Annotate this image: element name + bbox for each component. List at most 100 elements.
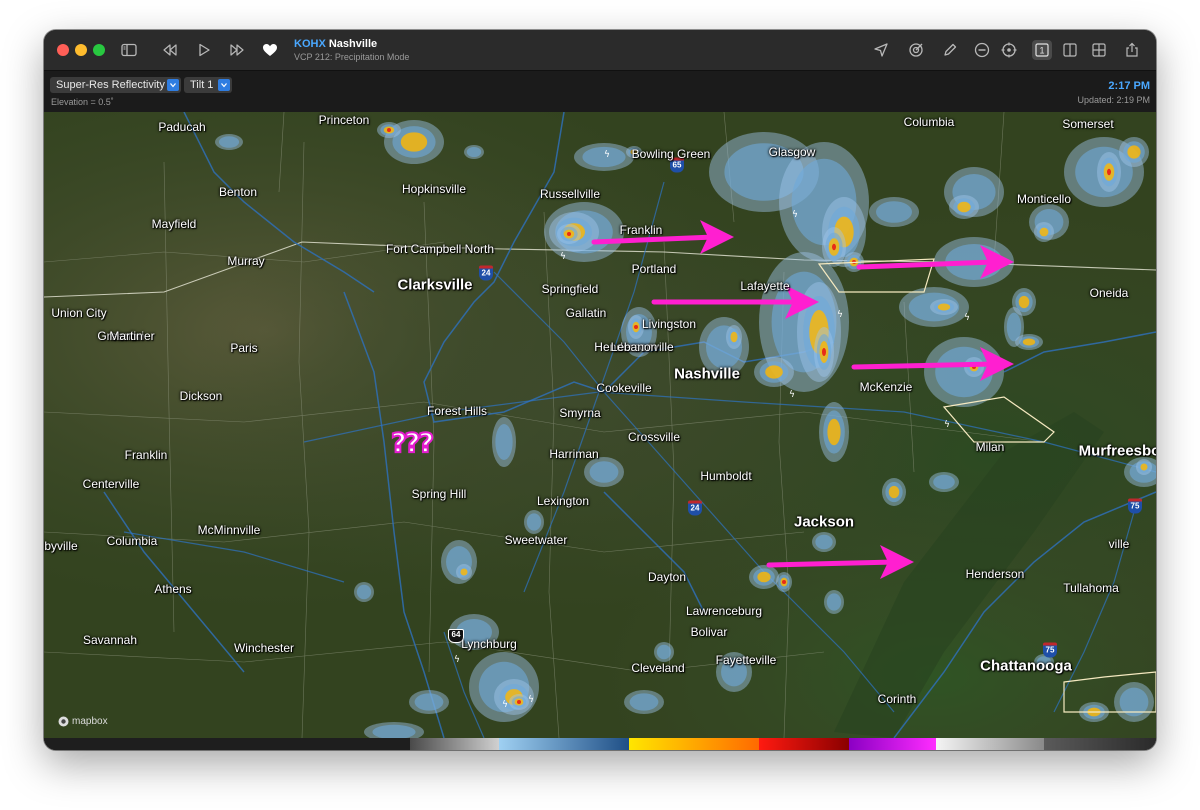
single-pane-number: 1	[1039, 46, 1044, 56]
city-label: ville	[1108, 537, 1130, 551]
lightning-icon: ϟ	[502, 700, 508, 710]
radar-map[interactable]: ϟ ϟ ϟ ϟ ϟ ϟ ϟ ϟ ϟ ϟ 24 65 24 75 75 64 Pa…	[44, 112, 1156, 738]
radar-echo	[629, 693, 659, 711]
sidebar-toggle-icon[interactable]	[119, 40, 139, 60]
interstate-shield: 75	[1128, 498, 1142, 514]
split-pane-icon[interactable]	[1060, 40, 1080, 60]
radar-echo	[589, 461, 619, 483]
color-scale-segment	[499, 738, 629, 750]
city-label: Tullahoma	[1063, 581, 1119, 595]
radar-echo	[460, 568, 468, 576]
radar-echo	[495, 424, 513, 460]
lightning-icon: ϟ	[944, 420, 950, 430]
tilt-dropdown-value: Tilt 1	[190, 79, 214, 91]
rewind-icon[interactable]	[160, 40, 180, 60]
radar-echo	[218, 136, 240, 148]
radar-echo	[634, 325, 638, 329]
radar-echo	[656, 644, 672, 660]
radar-echo	[1127, 145, 1141, 159]
radar-echo	[1107, 168, 1111, 176]
radar-echo	[387, 128, 391, 132]
close-window-button[interactable]	[57, 44, 69, 56]
city-label: Springfield	[541, 282, 599, 296]
tilt-dropdown[interactable]: Tilt 1	[184, 77, 232, 93]
city-label: Winchester	[233, 641, 295, 655]
title-bar: KOHX Nashville VCP 212: Precipitation Mo…	[44, 30, 1156, 70]
city-label: Princeton	[318, 113, 370, 127]
fast-forward-icon[interactable]	[227, 40, 247, 60]
radar-echo	[466, 146, 482, 158]
product-dropdown[interactable]: Super-Res Reflectivity	[50, 77, 181, 93]
city-label: Sweetwater	[504, 533, 568, 547]
question-marks-annotation: ???	[390, 427, 435, 460]
mapbox-attribution[interactable]: mapbox	[58, 716, 108, 727]
quad-pane-icon[interactable]	[1089, 40, 1109, 60]
radar-control-bar: Super-Res Reflectivity Tilt 1 Elevation …	[44, 70, 1156, 113]
city-label: Hopkinsville	[401, 182, 467, 196]
city-label: Union City	[51, 306, 107, 320]
radar-echo	[1022, 338, 1036, 346]
vcp-mode-label: VCP 212: Precipitation Mode	[294, 52, 410, 62]
city-label: Mayfield	[151, 217, 197, 231]
city-label: Gallatin	[565, 306, 607, 320]
radar-echo	[832, 243, 836, 251]
city-label: Humboldt	[700, 469, 752, 483]
color-scale-segment	[759, 738, 849, 750]
radar-echo	[888, 485, 900, 499]
city-label: Milan	[975, 440, 1005, 454]
city-label: Franklin	[124, 448, 168, 462]
city-label: Glasgow	[768, 145, 816, 159]
city-label: Shelbyville	[44, 539, 78, 553]
lightning-icon: ϟ	[528, 695, 534, 705]
city-label: Portland	[631, 262, 677, 276]
minimize-window-button[interactable]	[75, 44, 87, 56]
radar-echo	[765, 365, 783, 379]
station-call-sign: KOHX	[294, 38, 326, 50]
city-label: Murfreesboro	[1078, 442, 1156, 460]
mapbox-text: mapbox	[72, 716, 108, 727]
city-label: Forest Hills	[426, 404, 488, 418]
lightning-icon: ϟ	[604, 150, 610, 160]
radar-echo	[957, 201, 971, 213]
radar-echo	[826, 593, 842, 611]
radar-echo	[1140, 463, 1148, 471]
city-label: Paducah	[158, 120, 206, 134]
city-label: Cookeville	[596, 381, 652, 395]
radar-echo	[782, 580, 786, 584]
target-icon[interactable]	[906, 40, 926, 60]
color-scale-segment	[1044, 738, 1156, 750]
city-label: Lebanon	[610, 340, 658, 354]
single-pane-icon[interactable]: 1	[1032, 40, 1052, 60]
city-label: Spring Hill	[411, 487, 467, 501]
city-label: Columbia	[903, 115, 955, 129]
city-label: Centerville	[82, 477, 140, 491]
app-window: KOHX Nashville VCP 212: Precipitation Mo…	[44, 30, 1156, 750]
lightning-icon: ϟ	[789, 390, 795, 400]
reflectivity-color-scale	[44, 738, 1156, 750]
share-icon[interactable]	[1122, 40, 1142, 60]
city-label: Murray	[227, 254, 265, 268]
color-scale-segment	[849, 738, 936, 750]
zoom-window-button[interactable]	[93, 44, 105, 56]
radar-echo	[937, 303, 951, 311]
lightning-icon: ϟ	[837, 310, 843, 320]
city-label: Lexington	[536, 494, 590, 508]
city-label: Athens	[154, 582, 192, 596]
city-label: Harriman	[549, 447, 599, 461]
color-scale-segment	[936, 738, 1044, 750]
city-label: Paris	[230, 341, 258, 355]
heart-icon[interactable]	[260, 40, 280, 60]
product-dropdown-value: Super-Res Reflectivity	[56, 79, 165, 91]
city-label: Somerset	[1062, 117, 1114, 131]
minus-circle-icon[interactable]	[972, 40, 992, 60]
city-label: Benton	[218, 185, 258, 199]
play-icon[interactable]	[194, 40, 214, 60]
crosshair-icon[interactable]	[999, 40, 1019, 60]
radar-echo	[876, 201, 912, 223]
chevron-down-icon	[218, 79, 230, 91]
pencil-icon[interactable]	[940, 40, 960, 60]
city-label: Nashville	[674, 365, 740, 383]
location-arrow-icon[interactable]	[871, 40, 891, 60]
city-label: Franklin	[619, 223, 663, 237]
city-label: Cleveland	[631, 661, 685, 675]
